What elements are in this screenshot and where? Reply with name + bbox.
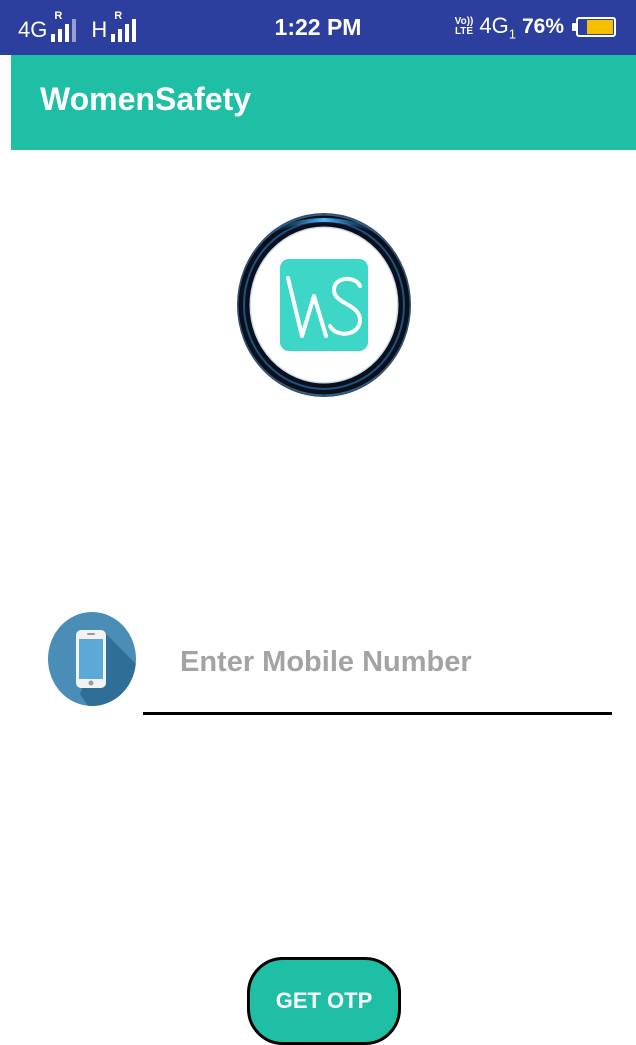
input-underline xyxy=(143,712,612,715)
battery-percent: 76% xyxy=(521,15,564,38)
app-title: WomenSafety xyxy=(40,81,252,117)
app-bar: WomenSafety xyxy=(11,55,636,150)
network-label-3-main: 4G xyxy=(479,12,509,38)
volte-icon: Vo)) LTE xyxy=(455,17,474,37)
status-right: Vo)) LTE 4G1 76% xyxy=(455,12,616,42)
network-label-3-sub: 1 xyxy=(508,26,516,42)
ws-logo-icon xyxy=(236,212,412,403)
battery-fill xyxy=(587,20,613,34)
mobile-phone-icon xyxy=(48,612,136,711)
get-otp-button[interactable]: GET OTP xyxy=(247,957,401,1045)
mobile-number-input[interactable] xyxy=(180,630,600,694)
battery-icon xyxy=(572,17,616,37)
screen: 4G R H R 1:22 PM Vo)) LTE 4G1 76% WomenS… xyxy=(0,0,636,1045)
status-bar: 4G R H R 1:22 PM Vo)) LTE 4G1 76% xyxy=(0,0,636,55)
network-label-3: 4G1 xyxy=(479,13,516,41)
volte-bottom: LTE xyxy=(454,26,474,37)
